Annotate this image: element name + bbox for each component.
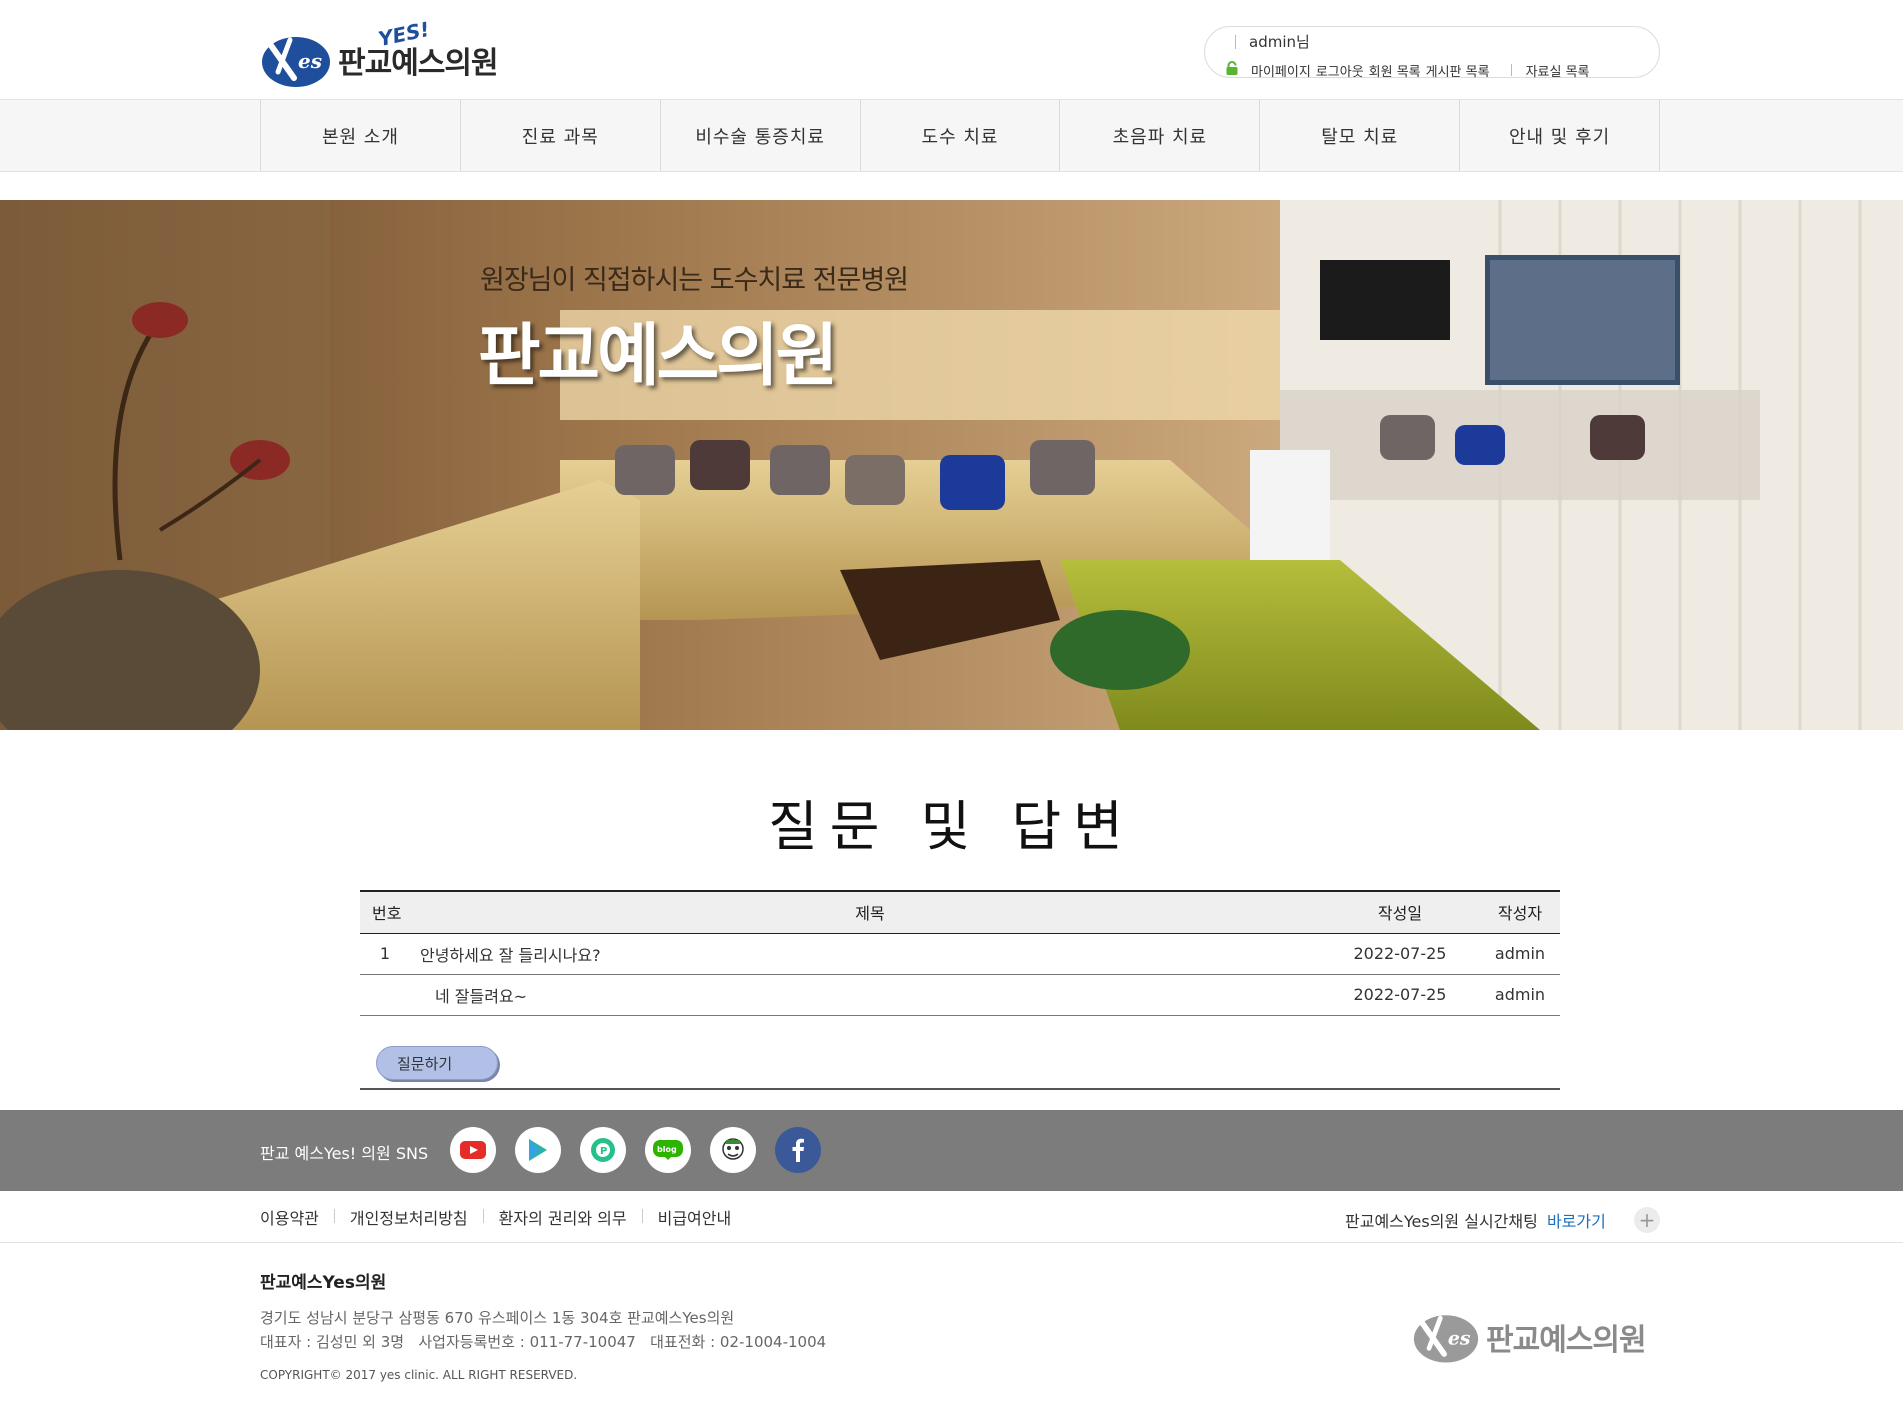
character-icon[interactable] — [710, 1127, 756, 1173]
plus-icon[interactable]: + — [1634, 1207, 1660, 1233]
footer-logo: es 판교예스의원 — [1412, 1310, 1647, 1364]
hero-lounge-image — [0, 200, 1903, 730]
live-chat: 판교예스Yes의원 실시간채팅 바로가기 — [1345, 1208, 1606, 1232]
divider — [360, 1088, 1560, 1090]
logo-text: 판교예스의원 — [338, 46, 499, 81]
mypage-link[interactable]: 마이페이지 — [1251, 61, 1311, 80]
row-no — [360, 974, 420, 1016]
logo-mark-icon: es — [1413, 1315, 1479, 1363]
archive-list-link[interactable]: 자료실 목록 — [1526, 61, 1590, 80]
svg-text:es: es — [1448, 1328, 1471, 1350]
row-date: 2022-07-25 — [1320, 974, 1480, 1016]
nav-item-nonsurgical[interactable]: 비수술 통증치료 — [661, 100, 861, 172]
table-row-reply[interactable]: 네 잘들려요~ 2022-07-25 admin — [360, 974, 1560, 1016]
user-links: 마이페이지 로그아웃 회원 목록 게시판 목록 자료실 목록 — [1251, 61, 1595, 80]
sns-label: 판교 예스Yes! 의원 SNS — [260, 1144, 429, 1163]
sns-bar: 판교 예스Yes! 의원 SNS P blog — [0, 1110, 1903, 1191]
user-name: admin님 — [1249, 33, 1310, 51]
footer-info: 판교예스Yes의원 경기도 성남시 분당구 삼평동 670 유스페이스 1동 3… — [260, 1268, 826, 1382]
youtube-icon[interactable] — [450, 1127, 496, 1173]
row-no: 1 — [360, 933, 420, 975]
blog-icon[interactable]: blog — [645, 1127, 691, 1173]
site-header: es 판교예스의원 YES! admin님 마이페이지 로그아웃 회원 목록 게… — [0, 0, 1903, 100]
footer-copyright: COPYRIGHT© 2017 yes clinic. ALL RIGHT RE… — [260, 1368, 578, 1382]
privacy-link[interactable]: 개인정보처리방침 — [350, 1205, 468, 1229]
nav-item-manual-therapy[interactable]: 도수 치료 — [861, 100, 1061, 172]
row-writer: admin — [1480, 974, 1560, 1016]
sns-icon-list: P blog — [450, 1127, 821, 1173]
svg-text:blog: blog — [657, 1145, 677, 1154]
logo-mark-icon: es — [262, 37, 330, 87]
nav-item-about[interactable]: 본원 소개 — [261, 100, 461, 172]
footer-links-bar: 이용약관 개인정보처리방침 환자의 권리와 의무 비급여안내 판교예스Yes의원… — [0, 1191, 1903, 1243]
site-logo[interactable]: es 판교예스의원 YES! — [260, 17, 499, 90]
play-store-icon[interactable] — [515, 1127, 561, 1173]
chat-label: 판교예스Yes의원 실시간채팅 — [1345, 1212, 1538, 1231]
footer-address: 경기도 성남시 분당구 삼평동 670 유스페이스 1동 304호 판교예스Ye… — [260, 1309, 735, 1327]
table-header-row: 번호 제목 작성일 작성자 — [360, 890, 1560, 934]
patient-rights-link[interactable]: 환자의 권리와 의무 — [499, 1205, 627, 1229]
row-title-link[interactable]: 안녕하세요 잘 들리시나요? — [420, 933, 1320, 975]
column-header-title: 제목 — [420, 890, 1320, 934]
column-header-date: 작성일 — [1320, 890, 1480, 934]
page-title: 질문 및 답변 — [768, 795, 1135, 858]
non-covered-info-link[interactable]: 비급여안내 — [658, 1205, 732, 1229]
hero-subtitle: 원장님이 직접하시는 도수치료 전문병원 — [480, 265, 909, 296]
divider — [482, 1209, 484, 1223]
nav-item-ultrasound[interactable]: 초음파 치료 — [1060, 100, 1261, 172]
member-list-link[interactable]: 회원 목록 — [1369, 61, 1421, 80]
facebook-icon[interactable] — [775, 1127, 821, 1173]
hero-title: 판교예스의원 — [478, 317, 838, 396]
row-title-cell: 네 잘들려요~ — [420, 974, 1320, 1016]
column-header-no: 번호 — [360, 890, 420, 934]
nav-item-hair-loss[interactable]: 탈모 치료 — [1260, 100, 1461, 172]
divider — [641, 1209, 643, 1223]
nav-item-guide-reviews[interactable]: 안내 및 후기 — [1460, 100, 1661, 172]
svg-text:P: P — [600, 1146, 607, 1157]
terms-link[interactable]: 이용약관 — [260, 1205, 319, 1229]
qna-table: 번호 제목 작성일 작성자 1 안녕하세요 잘 들리시나요? 2022-07-2… — [360, 890, 1560, 1016]
table-row[interactable]: 1 안녕하세요 잘 들리시나요? 2022-07-25 admin — [360, 933, 1560, 975]
nav-item-departments[interactable]: 진료 과목 — [461, 100, 661, 172]
main-nav: 본원 소개 진료 과목 비수술 통증치료 도수 치료 초음파 치료 탈모 치료 … — [0, 100, 1903, 172]
divider — [1510, 64, 1512, 76]
row-title-link[interactable]: 네 잘들려요~ — [420, 987, 527, 1006]
qna-board: 번호 제목 작성일 작성자 1 안녕하세요 잘 들리시나요? 2022-07-2… — [360, 890, 1560, 1090]
footer-logo-text: 판교예스의원 — [1486, 1323, 1647, 1358]
hero-banner: 원장님이 직접하시는 도수치료 전문병원 판교예스의원 — [0, 200, 1903, 730]
svg-text:es: es — [298, 49, 322, 73]
podcast-icon[interactable]: P — [580, 1127, 626, 1173]
row-writer: admin — [1480, 933, 1560, 975]
column-header-writer: 작성자 — [1480, 890, 1560, 934]
footer-company: 판교예스Yes의원 — [260, 1273, 387, 1293]
board-list-link[interactable]: 게시판 목록 — [1426, 61, 1490, 80]
row-date: 2022-07-25 — [1320, 933, 1480, 975]
user-box: admin님 마이페이지 로그아웃 회원 목록 게시판 목록 자료실 목록 — [1204, 26, 1660, 80]
divider — [1235, 35, 1236, 49]
page: es 판교예스의원 YES! admin님 마이페이지 로그아웃 회원 목록 게… — [0, 0, 1903, 1423]
ask-question-button[interactable]: 질문하기 — [376, 1046, 498, 1080]
chat-go-link[interactable]: 바로가기 — [1547, 1212, 1606, 1231]
footer-business-info: 대표자 : 김성민 외 3명 사업자등록번호 : 011-77-10047 대표… — [260, 1333, 827, 1351]
lock-icon — [1226, 61, 1238, 75]
divider — [333, 1209, 335, 1223]
logout-link[interactable]: 로그아웃 — [1316, 61, 1364, 80]
